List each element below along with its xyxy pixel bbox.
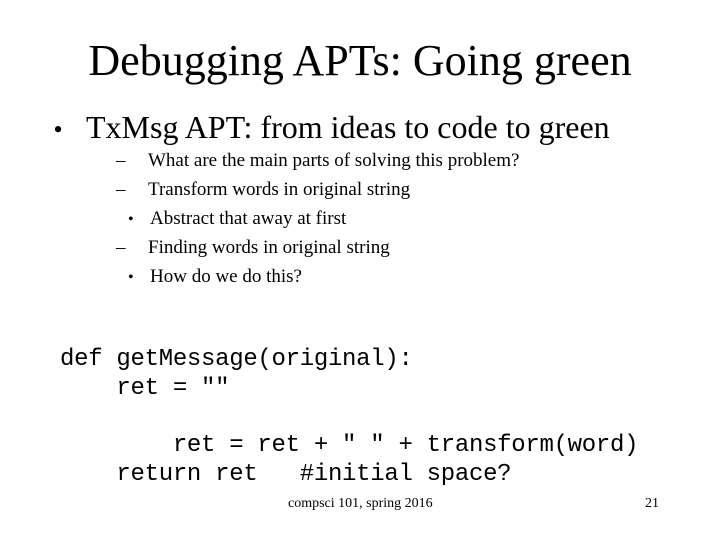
sub-bullet-text: What are the main parts of solving this … [148, 150, 520, 171]
code-line: return ret #initial space? [60, 461, 512, 488]
sub-sub-bullet: • How do we do this? [128, 266, 302, 289]
dash-marker: – [116, 237, 126, 258]
sub-sub-bullet-text: Abstract that away at first [150, 208, 347, 229]
dash-marker: – [116, 150, 126, 171]
sub-bullet-text: Finding words in original string [148, 237, 390, 258]
sub-sub-bullet-text: How do we do this? [150, 266, 302, 287]
sub-bullet: – Finding words in original string [116, 237, 390, 259]
bullet-marker: • [128, 211, 134, 228]
code-line: ret = ret + " " + transform(word) [60, 432, 639, 459]
bullet-marker: • [128, 269, 134, 286]
sub-sub-bullet: • Abstract that away at first [128, 208, 346, 231]
main-bullet: • TxMsg APT: from ideas to code to green [30, 109, 610, 148]
code-line: def getMessage(original): [60, 346, 413, 373]
bullet-marker: • [53, 115, 63, 144]
sub-bullet-text: Transform words in original string [148, 179, 411, 200]
slide-footer: compsci 101, spring 2016 [288, 496, 433, 511]
main-bullet-text: TxMsg APT: from ideas to code to green [86, 109, 610, 145]
dash-marker: – [116, 179, 126, 200]
slide-title: Debugging APTs: Going green [88, 36, 632, 85]
sub-bullet: – Transform words in original string [116, 179, 410, 201]
sub-bullet: – What are the main parts of solving this… [116, 150, 519, 172]
code-line: ret = "" [60, 375, 230, 402]
page-number: 21 [645, 496, 659, 511]
